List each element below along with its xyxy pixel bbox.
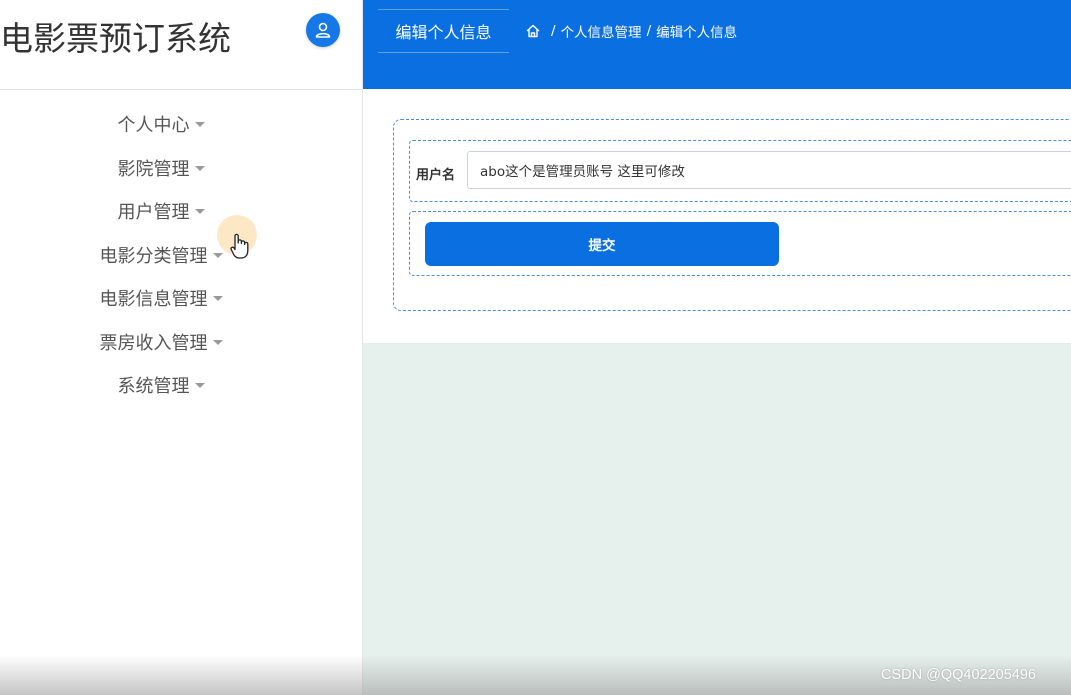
sidebar-item-system-management[interactable]: 系统管理 xyxy=(0,365,322,409)
username-input[interactable] xyxy=(467,151,1071,189)
sidebar-item-label: 影院管理 xyxy=(117,158,190,180)
breadcrumb: / 个人信息管理 / 编辑个人信息 xyxy=(525,21,737,41)
user-avatar-button[interactable] xyxy=(306,13,340,47)
hand-pointer-icon xyxy=(230,233,249,259)
app-root: 电影票预订系统 个人中心 影院管理 用户管理 电影分类管理 电影信息管理 票房收… xyxy=(0,0,1071,695)
username-label: 用户名 xyxy=(416,168,456,183)
caret-down-icon xyxy=(212,296,223,301)
user-icon xyxy=(315,22,331,38)
sidebar-item-movie-category-management[interactable]: 电影分类管理 xyxy=(0,235,322,279)
caret-down-icon xyxy=(194,165,205,171)
content-panel: 用户名 提交 xyxy=(363,89,1071,343)
submit-button[interactable]: 提交 xyxy=(425,222,779,266)
sidebar-item-label: 票房收入管理 xyxy=(99,332,208,354)
breadcrumb-item-edit-profile: 编辑个人信息 xyxy=(656,25,738,41)
sidebar-item-personal-center[interactable]: 个人中心 xyxy=(0,104,322,148)
caret-down-icon xyxy=(194,122,205,127)
watermark-text: CSDN @QQ402205496 xyxy=(881,667,1036,683)
sidebar-item-user-management[interactable]: 用户管理 xyxy=(0,191,322,235)
caret-down-icon xyxy=(194,209,205,214)
sidebar-item-label: 电影信息管理 xyxy=(99,289,208,310)
sidebar-item-label: 个人中心 xyxy=(117,115,190,136)
caret-down-icon xyxy=(194,383,205,388)
sidebar-item-label: 系统管理 xyxy=(117,376,190,397)
caret-down-icon xyxy=(212,339,223,345)
sidebar-item-cinema-management[interactable]: 影院管理 xyxy=(0,148,322,192)
content-background xyxy=(363,343,1071,695)
sidebar-menu: 个人中心 影院管理 用户管理 电影分类管理 电影信息管理 票房收入管理 系统管理 xyxy=(0,104,322,409)
sidebar-item-movie-info-management[interactable]: 电影信息管理 xyxy=(0,278,322,322)
caret-down-icon xyxy=(212,252,223,258)
top-header: 编辑个人信息 / 个人信息管理 / 编辑个人信息 xyxy=(363,0,1071,89)
submit-form-row: 提交 xyxy=(409,211,1071,276)
sidebar-item-label: 电影分类管理 xyxy=(99,245,208,267)
username-form-row: 用户名 xyxy=(409,140,1071,202)
sidebar-item-label: 用户管理 xyxy=(117,202,190,223)
edit-profile-form: 用户名 提交 xyxy=(393,119,1071,311)
breadcrumb-separator: / xyxy=(646,23,652,39)
sidebar-item-box-office-management[interactable]: 票房收入管理 xyxy=(0,322,322,366)
breadcrumb-separator: / xyxy=(551,23,556,39)
tab-edit-profile[interactable]: 编辑个人信息 xyxy=(378,9,509,53)
sidebar: 电影票预订系统 个人中心 影院管理 用户管理 电影分类管理 电影信息管理 票房收… xyxy=(0,0,363,695)
brand-header: 电影票预订系统 xyxy=(0,0,362,90)
breadcrumb-item-profile-management[interactable]: 个人信息管理 xyxy=(561,21,642,41)
app-title: 电影票预订系统 xyxy=(0,19,231,58)
home-icon[interactable] xyxy=(525,23,541,39)
